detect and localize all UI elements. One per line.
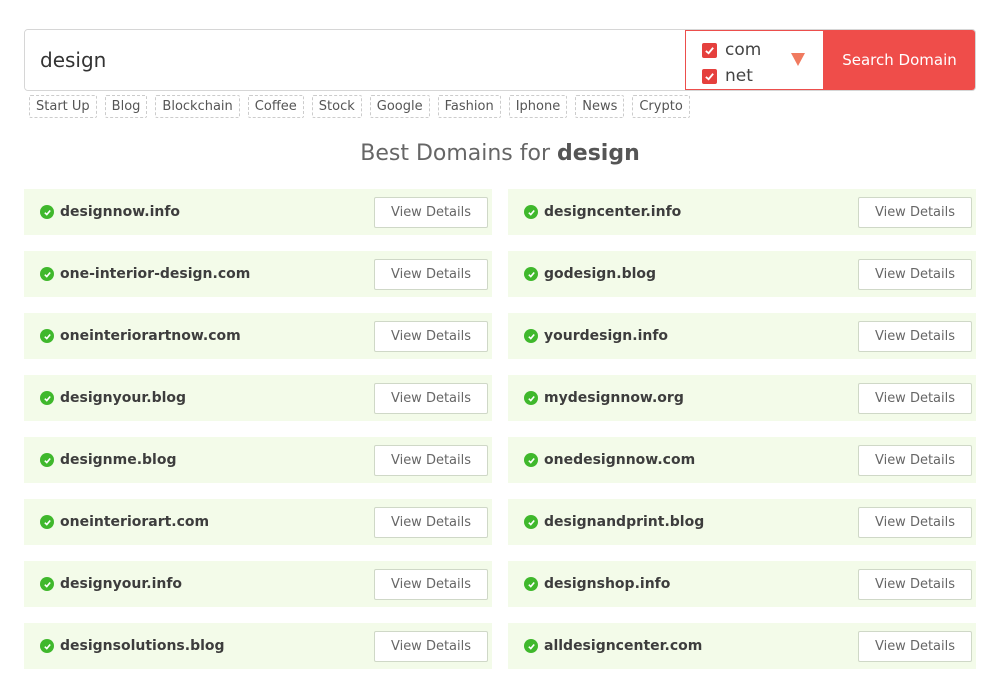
domain-name: mydesignnow.org — [544, 390, 684, 406]
view-details-button[interactable]: View Details — [374, 258, 488, 290]
domain-name: designcenter.info — [544, 204, 682, 220]
available-check-icon — [524, 329, 538, 343]
domain-result-row: designandprint.blog View Details — [508, 499, 976, 545]
domain-name: alldesigncenter.com — [544, 638, 703, 654]
tag-stock[interactable]: Stock — [311, 95, 362, 118]
domain-name: oneinteriorart.com — [60, 514, 210, 530]
domain-name: one-interior-design.com — [60, 266, 251, 282]
domain-result-row: designme.blog View Details — [24, 437, 492, 483]
domain-result-row: designshop.info View Details — [508, 561, 976, 607]
view-details-button[interactable]: View Details — [858, 568, 972, 600]
domain-name: designshop.info — [544, 576, 671, 592]
available-check-icon — [40, 391, 54, 405]
tag-list: Start Up Blog Blockchain Coffee Stock Go… — [29, 95, 698, 118]
domain-result-row: oneinteriorart.com View Details — [24, 499, 492, 545]
view-details-button[interactable]: View Details — [374, 630, 488, 662]
view-details-button[interactable]: View Details — [374, 196, 488, 228]
domain-result-row: designyour.info View Details — [24, 561, 492, 607]
domain-name: designandprint.blog — [544, 514, 705, 530]
available-check-icon — [524, 453, 538, 467]
domain-result-row: onedesignnow.com View Details — [508, 437, 976, 483]
tld-selector[interactable]: com net — [685, 30, 824, 90]
domain-result-row: oneinteriorartnow.com View Details — [24, 313, 492, 359]
available-check-icon — [524, 205, 538, 219]
check-icon — [705, 46, 714, 55]
checkbox-com[interactable] — [702, 42, 717, 58]
domain-name: designyour.blog — [60, 390, 187, 406]
domain-name: onedesignnow.com — [544, 452, 696, 468]
tag-crypto[interactable]: Crypto — [632, 95, 690, 118]
tag-iphone[interactable]: Iphone — [508, 95, 568, 118]
domain-result-row: yourdesign.info View Details — [508, 313, 976, 359]
domain-result-row: designsolutions.blog View Details — [24, 623, 492, 669]
available-check-icon — [40, 639, 54, 653]
domain-result-row: designnow.info View Details — [24, 189, 492, 235]
available-check-icon — [524, 515, 538, 529]
view-details-button[interactable]: View Details — [858, 382, 972, 414]
domain-result-row: designyour.blog View Details — [24, 375, 492, 421]
domain-name: oneinteriorartnow.com — [60, 328, 241, 344]
available-check-icon — [524, 577, 538, 591]
domain-result-row: godesign.blog View Details — [508, 251, 976, 297]
available-check-icon — [524, 391, 538, 405]
available-check-icon — [40, 577, 54, 591]
tld-option-net[interactable]: net — [702, 63, 823, 89]
available-check-icon — [40, 205, 54, 219]
heading-keyword: design — [557, 141, 640, 166]
view-details-button[interactable]: View Details — [374, 506, 488, 538]
domain-results-grid: designnow.info View Details designcenter.i… — [24, 189, 976, 669]
tag-google[interactable]: Google — [369, 95, 430, 118]
domain-name: designme.blog — [60, 452, 177, 468]
domain-result-row: alldesigncenter.com View Details — [508, 623, 976, 669]
view-details-button[interactable]: View Details — [858, 196, 972, 228]
dropdown-arrow-icon[interactable] — [791, 53, 805, 66]
tag-coffee[interactable]: Coffee — [247, 95, 304, 118]
search-input[interactable] — [25, 30, 685, 90]
tld-label: net — [725, 66, 753, 86]
available-check-icon — [524, 267, 538, 281]
checkbox-net[interactable] — [702, 68, 717, 84]
heading-prefix: Best Domains for — [360, 141, 551, 166]
available-check-icon — [40, 515, 54, 529]
view-details-button[interactable]: View Details — [374, 568, 488, 600]
check-icon — [705, 72, 714, 81]
tag-news[interactable]: News — [575, 95, 625, 118]
tag-fashion[interactable]: Fashion — [437, 95, 501, 118]
view-details-button[interactable]: View Details — [858, 320, 972, 352]
available-check-icon — [40, 453, 54, 467]
search-domain-button[interactable]: Search Domain — [824, 30, 975, 90]
view-details-button[interactable]: View Details — [858, 258, 972, 290]
tld-label: com — [725, 40, 762, 60]
tag-blog[interactable]: Blog — [104, 95, 148, 118]
available-check-icon — [40, 329, 54, 343]
tag-start-up[interactable]: Start Up — [29, 95, 97, 118]
domain-name: designyour.info — [60, 576, 183, 592]
domain-result-row: mydesignnow.org View Details — [508, 375, 976, 421]
tag-blockchain[interactable]: Blockchain — [155, 95, 240, 118]
domain-result-row: one-interior-design.com View Details — [24, 251, 492, 297]
domain-search-bar: com net Search Domain — [24, 29, 976, 91]
available-check-icon — [524, 639, 538, 653]
domain-name: designnow.info — [60, 204, 181, 220]
available-check-icon — [40, 267, 54, 281]
domain-name: designsolutions.blog — [60, 638, 225, 654]
view-details-button[interactable]: View Details — [374, 320, 488, 352]
view-details-button[interactable]: View Details — [374, 444, 488, 476]
view-details-button[interactable]: View Details — [858, 444, 972, 476]
page-title: Best Domains for design — [0, 141, 1000, 166]
view-details-button[interactable]: View Details — [858, 630, 972, 662]
domain-name: godesign.blog — [544, 266, 657, 282]
domain-name: yourdesign.info — [544, 328, 669, 344]
view-details-button[interactable]: View Details — [374, 382, 488, 414]
domain-result-row: designcenter.info View Details — [508, 189, 976, 235]
view-details-button[interactable]: View Details — [858, 506, 972, 538]
